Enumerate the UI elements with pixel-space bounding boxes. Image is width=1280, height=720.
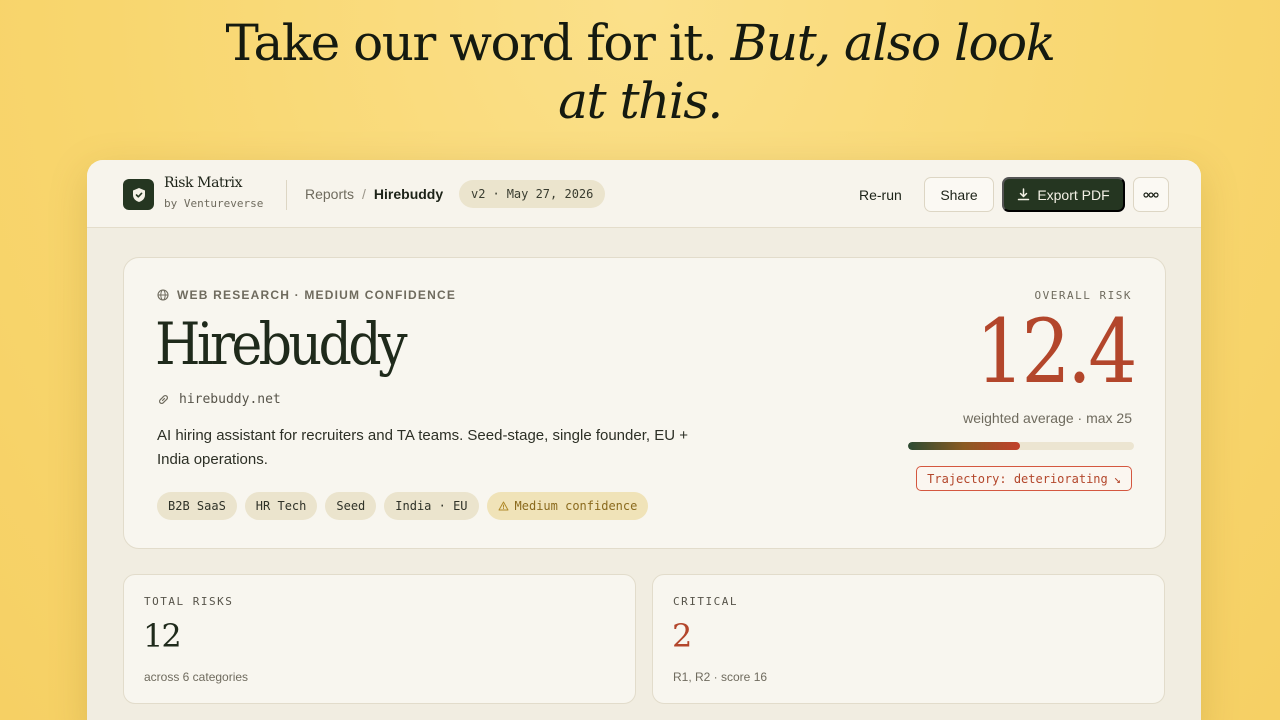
- hero-line-1: Take our word for it. But, also look: [225, 14, 1056, 72]
- overall-risk-subtitle: weighted average · max 25: [963, 410, 1132, 426]
- confidence-tag: Medium confidence: [486, 492, 649, 520]
- rerun-button[interactable]: Re-run: [847, 178, 914, 212]
- warning-icon: [498, 501, 509, 511]
- link-icon: [159, 395, 168, 404]
- breadcrumb-reports[interactable]: Reports: [305, 186, 354, 202]
- stat-label: TOTAL RISKS: [144, 595, 234, 608]
- brand-byline: by Ventureverse: [164, 197, 264, 210]
- company-description: AI hiring assistant for recruiters and T…: [157, 427, 688, 468]
- version-date: May 27, 2026: [506, 187, 594, 201]
- topbar: Risk Matrix by Ventureverse Reports / Hi…: [87, 160, 1201, 228]
- share-button[interactable]: Share: [924, 177, 994, 212]
- version-dot: ·: [492, 187, 500, 201]
- tag: B2B SaaS: [157, 492, 237, 520]
- tag: India · EU: [384, 492, 479, 520]
- tag: Seed: [325, 492, 377, 520]
- stat-critical: CRITICAL 2 R1, R2 · score 16: [652, 574, 1165, 704]
- risk-meter-fill: [908, 442, 1021, 450]
- trend-down-icon: ↘: [1113, 471, 1121, 486]
- trajectory-badge: Trajectory: deteriorating ↘: [916, 466, 1132, 491]
- trajectory-text: Trajectory: deteriorating: [927, 471, 1108, 486]
- breadcrumb-current: Hirebuddy: [373, 186, 444, 202]
- tag: HR Tech: [244, 492, 318, 520]
- topbar-divider: [286, 180, 287, 210]
- version-badge[interactable]: v2 · May 27, 2026: [459, 180, 606, 208]
- breadcrumb: Reports / Hirebuddy: [305, 186, 443, 202]
- export-pdf-button[interactable]: Export PDF: [1002, 177, 1125, 212]
- stat-label: CRITICAL: [673, 595, 738, 608]
- report-summary-card: WEB RESEARCH · MEDIUM CONFIDENCE Hirebud…: [123, 257, 1166, 549]
- stat-subtitle: across 6 categories: [144, 670, 249, 684]
- shield-icon: [132, 187, 145, 202]
- hero-line-2: at this.: [558, 72, 723, 130]
- source-confidence: WEB RESEARCH · MEDIUM CONFIDENCE: [157, 288, 456, 302]
- download-icon: [1018, 188, 1030, 201]
- more-icon: [1143, 191, 1159, 198]
- company-domain[interactable]: hirebuddy.net: [157, 392, 281, 407]
- brand-name: Risk Matrix: [164, 175, 243, 191]
- stat-value: 12: [143, 617, 182, 655]
- stat-total-risks: TOTAL RISKS 12 across 6 categories: [123, 574, 636, 704]
- confidence-tag-label: Medium confidence: [514, 499, 638, 513]
- version-number: v2: [471, 187, 486, 201]
- stat-value: 2: [672, 617, 692, 655]
- stat-subtitle: R1, R2 · score 16: [673, 670, 768, 684]
- domain-text: hirebuddy.net: [179, 392, 281, 407]
- risk-meter: [908, 442, 1134, 450]
- company-title: Hirebuddy: [155, 310, 408, 378]
- more-options-button[interactable]: [1133, 177, 1169, 212]
- tag-list: B2B SaaS HR Tech Seed India · EU Medium …: [157, 492, 649, 520]
- app-window: Risk Matrix by Ventureverse Reports / Hi…: [87, 160, 1201, 720]
- brand-logo[interactable]: [123, 179, 154, 210]
- source-text: WEB RESEARCH · MEDIUM CONFIDENCE: [177, 288, 457, 302]
- globe-icon: [157, 289, 169, 301]
- overall-risk-score: 12.4: [975, 300, 1138, 403]
- breadcrumb-separator: /: [362, 186, 366, 202]
- export-pdf-label: Export PDF: [1037, 186, 1110, 203]
- hero-headline: Take our word for it. But, also look at …: [0, 14, 1280, 130]
